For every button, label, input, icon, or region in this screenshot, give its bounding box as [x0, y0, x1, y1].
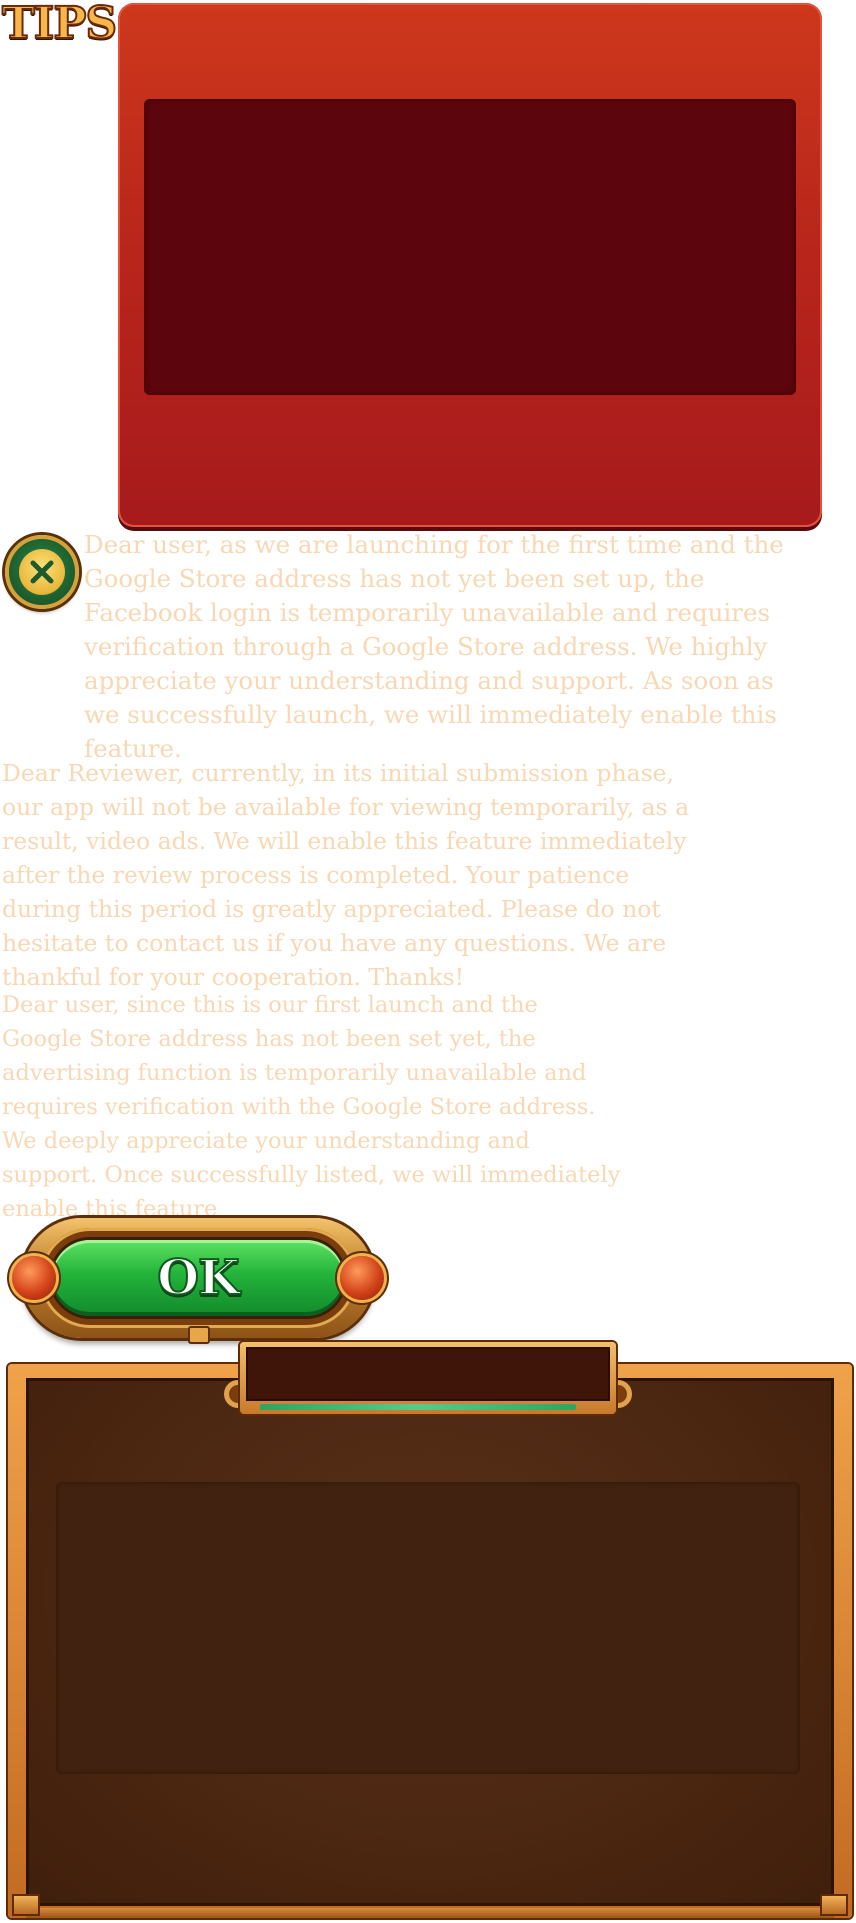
- red-dialog-panel: [118, 3, 822, 527]
- brown-dialog-frame: [8, 1364, 852, 1918]
- notice-text-advertising: Dear user, since this is our first launc…: [2, 992, 621, 1222]
- notice-text-facebook-login: Dear user, as we are launching for the f…: [84, 530, 784, 763]
- title-plate-accent-bar: [260, 1404, 576, 1410]
- close-x-icon: [19, 549, 65, 595]
- ok-button-bottom-gem-icon: [188, 1326, 210, 1344]
- ok-button[interactable]: OK: [12, 1218, 384, 1344]
- tips-title: TIPS: [1, 0, 118, 49]
- bottom-left-corner-ornament-icon: [12, 1894, 40, 1916]
- brown-dialog-body: [26, 1378, 834, 1906]
- brown-dialog-content-area: [56, 1482, 800, 1774]
- bottom-right-corner-ornament-icon: [820, 1894, 848, 1916]
- close-button[interactable]: [5, 535, 79, 609]
- brown-dialog-bottom-rail: [26, 1908, 834, 1918]
- title-plate-label-area: [246, 1347, 610, 1401]
- notice-text-reviewer: Dear Reviewer, currently, in its initial…: [2, 759, 690, 991]
- ok-button-label: OK: [156, 1249, 241, 1307]
- brown-dialog-title-plate: [224, 1342, 632, 1414]
- red-dialog-content-area: [144, 99, 796, 395]
